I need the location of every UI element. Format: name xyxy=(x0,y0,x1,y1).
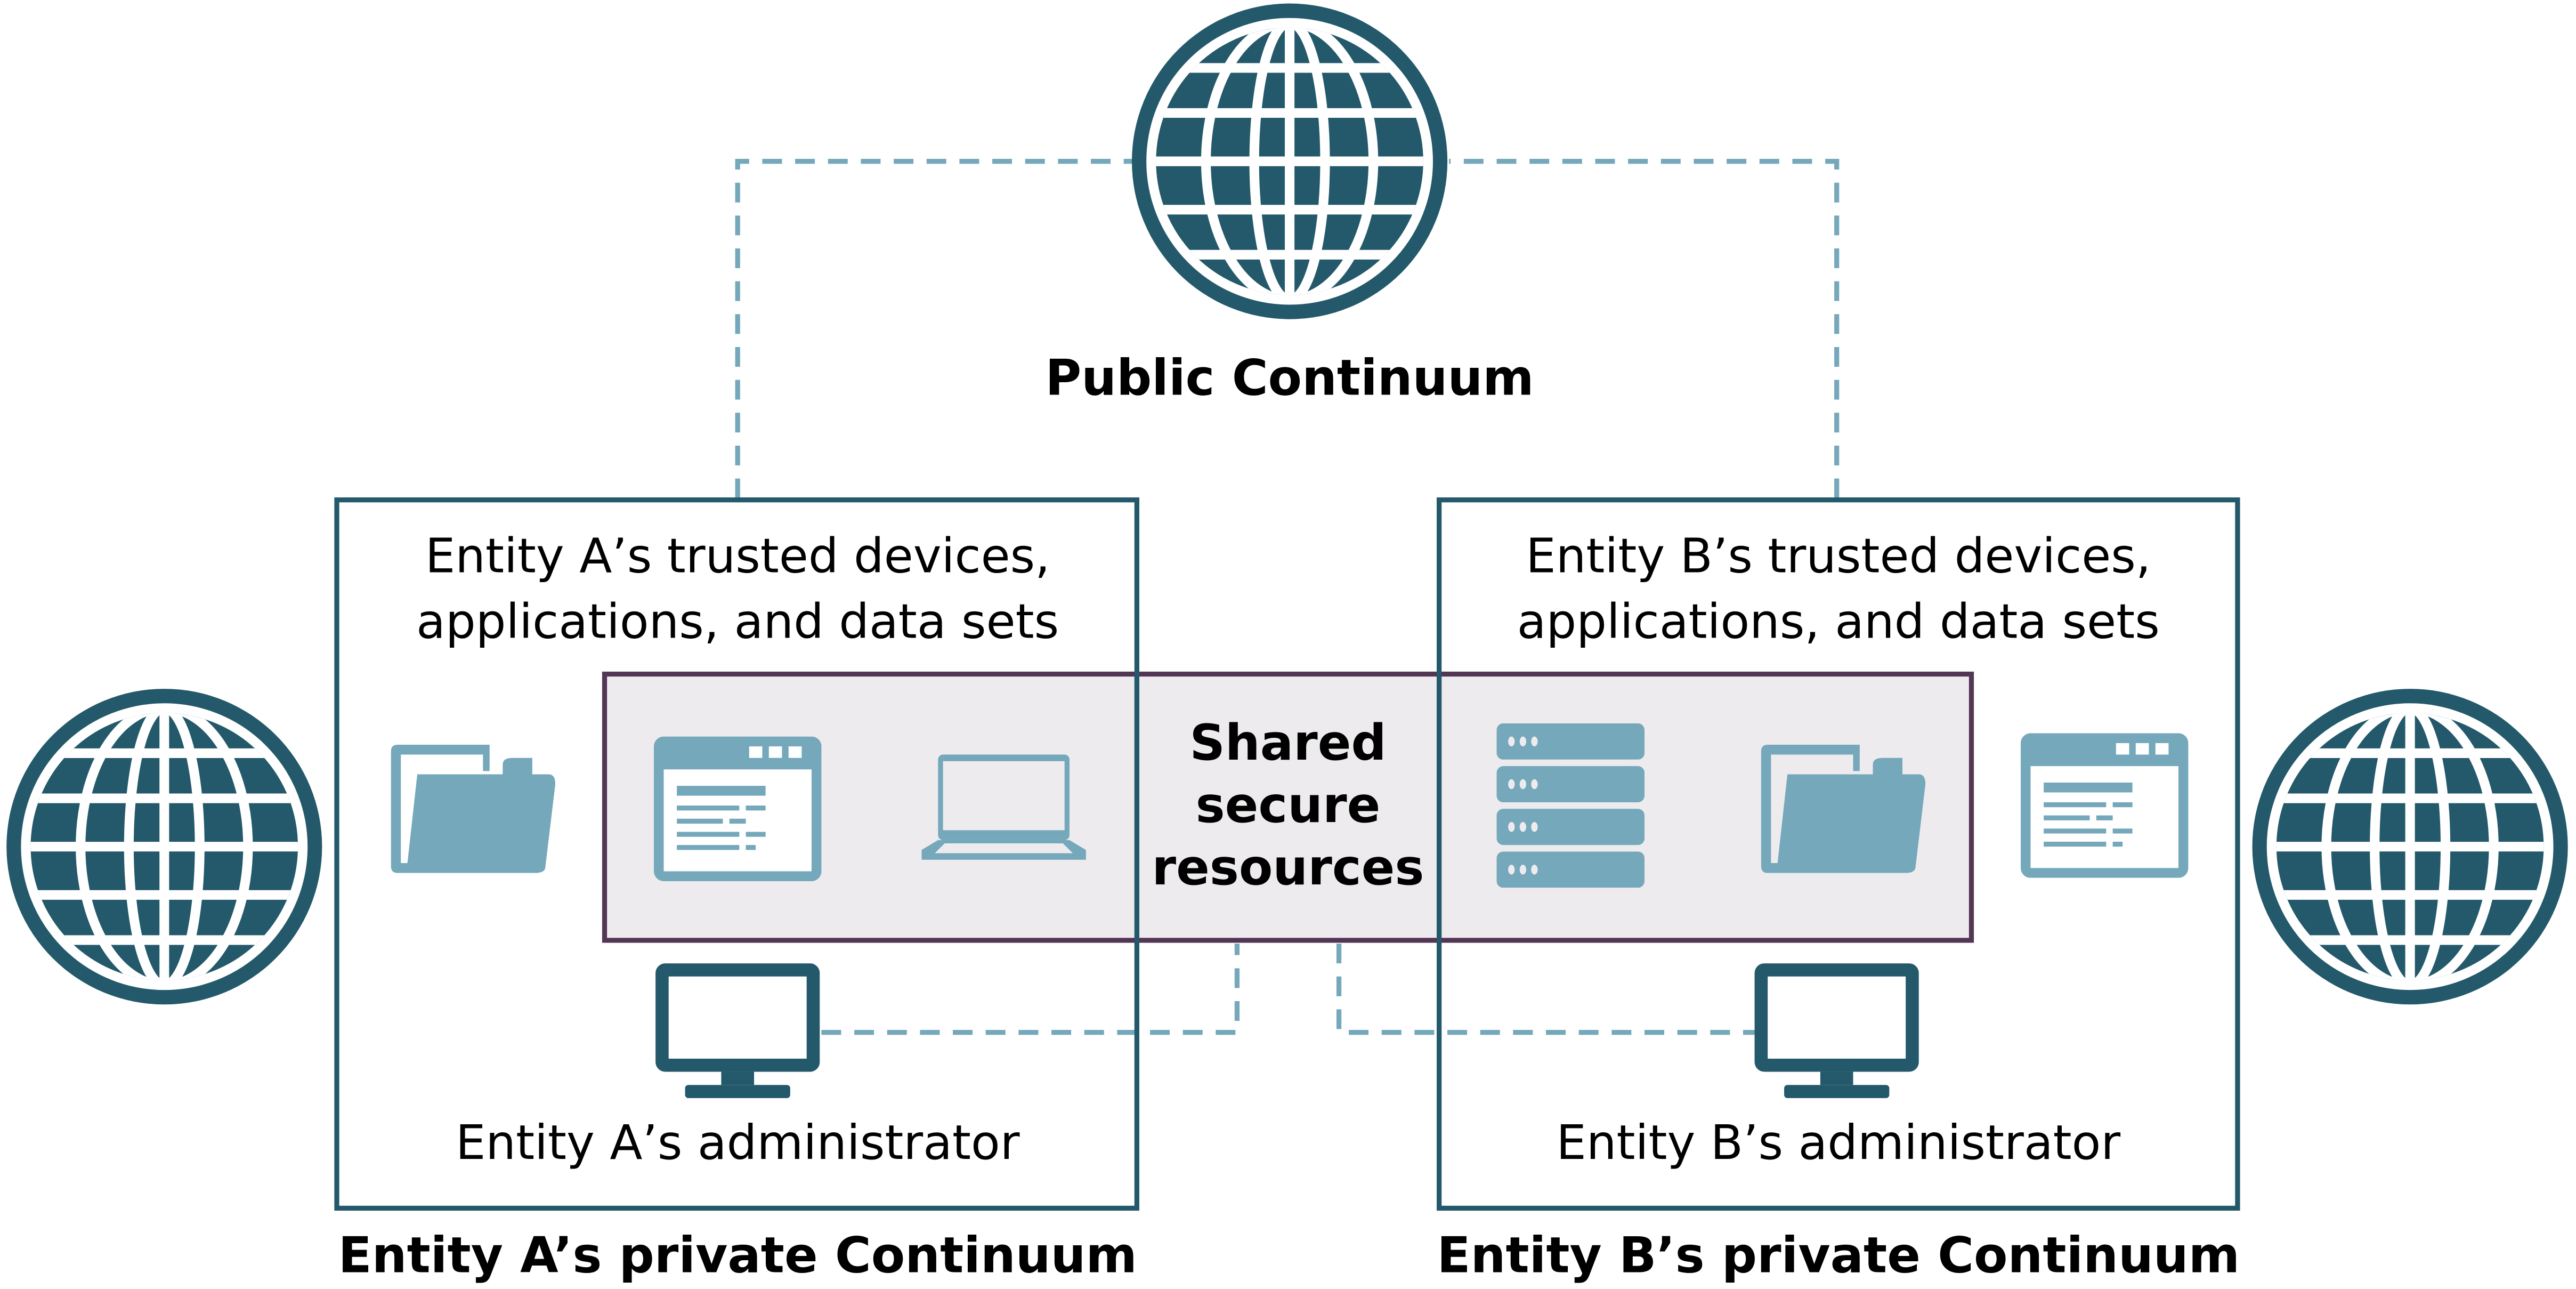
shared-label-line2: secure xyxy=(1196,776,1381,834)
public-globe-icon xyxy=(1132,4,1447,319)
public-continuum-label: Public Continuum xyxy=(1046,349,1534,406)
shared-label-line3: resources xyxy=(1152,839,1424,896)
entity-a-continuum-label: Entity A’s private Continuum xyxy=(338,1227,1137,1284)
entity-b-continuum-label: Entity B’s private Continuum xyxy=(1437,1227,2240,1284)
entity-a-trusted-label-line2: applications, and data sets xyxy=(416,594,1059,650)
entity-b-globe-icon xyxy=(2253,689,2568,1004)
shared-label-line1: Shared xyxy=(1189,714,1386,771)
connector-admin-b-to-shared xyxy=(1336,944,1758,1035)
entity-b-trusted-label-line1: Entity B’s trusted devices, xyxy=(1526,528,2151,584)
entity-b-admin-label: Entity B’s administrator xyxy=(1556,1115,2120,1171)
entity-a-globe-icon xyxy=(6,689,322,1004)
connector-b-to-public xyxy=(1449,159,1840,498)
shared-laptop-icon xyxy=(921,754,1086,860)
entity-a-admin-label: Entity A’s administrator xyxy=(456,1115,1020,1171)
diagram: Public Continuum Entity A’s trusted devi… xyxy=(0,0,2576,1284)
entity-a-folder-icon xyxy=(391,745,556,873)
entity-a-admin-monitor-icon xyxy=(655,963,820,1098)
entity-b-browser-window-icon xyxy=(2020,733,2189,878)
connector-admin-a-to-shared xyxy=(821,944,1240,1035)
entity-a-trusted-label-line1: Entity A’s trusted devices, xyxy=(425,528,1050,584)
entity-b-admin-monitor-icon xyxy=(1754,963,1919,1098)
connector-a-to-public xyxy=(735,159,1134,498)
entity-b-trusted-label-line2: applications, and data sets xyxy=(1517,594,2160,650)
shared-browser-window-icon xyxy=(653,736,822,881)
